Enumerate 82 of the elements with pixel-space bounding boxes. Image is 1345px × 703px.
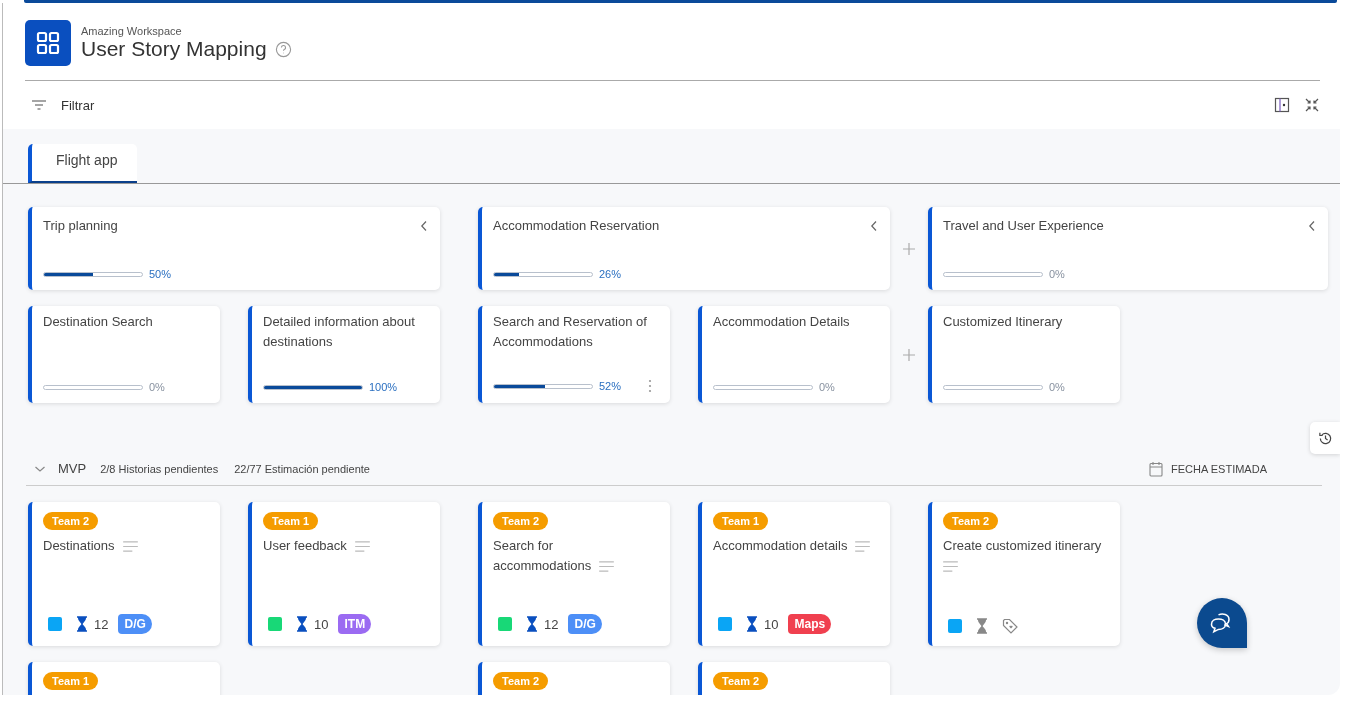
story-title: Search for accommodations (493, 538, 592, 573)
progress-percent: 100% (369, 381, 398, 393)
progress-percent: 52% (599, 380, 622, 392)
tag-badge: Maps (788, 614, 832, 634)
hourglass-icon (526, 616, 538, 632)
description-icon (122, 541, 138, 553)
map-tab[interactable]: Flight app (28, 144, 138, 183)
task-title: Customized Itinerary (943, 313, 1064, 331)
story-title: Destinations (43, 538, 115, 553)
task-card[interactable]: Search and Reservation of Accommodations 52% (478, 306, 670, 403)
tag-badge: D/G (568, 614, 602, 634)
hourglass-icon (296, 616, 308, 632)
chat-button[interactable] (1197, 598, 1247, 648)
task-title: Destination Search (43, 313, 154, 331)
activity-card[interactable]: Accommodation Reservation 26% (478, 207, 890, 290)
team-badge: Team 1 (713, 512, 769, 530)
description-icon (599, 561, 615, 573)
stories-pending: 2/8 Historias pendientes (100, 462, 219, 475)
task-card[interactable]: Customized Itinerary 0% (928, 306, 1120, 403)
filter-button[interactable]: Filtrar (25, 97, 95, 113)
estimate-pending: 22/77 Estimación pendiente (234, 462, 370, 475)
story-title: User feedback (263, 538, 347, 553)
collapse-chevron-icon[interactable] (1308, 220, 1316, 232)
team-badge: Team 2 (943, 512, 999, 530)
progress-percent: 0% (1049, 381, 1065, 393)
description-icon (943, 561, 958, 573)
progress-percent: 50% (149, 268, 172, 280)
estimate-points: 12 (544, 616, 559, 632)
estimate-points: 12 (94, 616, 109, 632)
estimated-date-button[interactable]: FECHA ESTIMADA (1149, 460, 1267, 477)
team-badge: Team 2 (493, 512, 549, 530)
collapse-icon[interactable] (1304, 97, 1320, 113)
team-badge: Team 2 (713, 672, 769, 690)
activity-card[interactable]: Travel and User Experience 0% (928, 207, 1328, 290)
side-panel-icon[interactable] (1274, 97, 1290, 113)
progress-percent: 0% (1049, 268, 1065, 280)
description-icon (855, 541, 871, 553)
progress-percent: 26% (599, 268, 622, 280)
hourglass-icon (76, 616, 88, 632)
help-icon[interactable] (274, 40, 292, 58)
tag-badge: D/G (118, 614, 152, 634)
hourglass-icon (976, 618, 988, 634)
story-card[interactable]: Team 1 Accommodation details 10 Maps (698, 502, 890, 646)
description-icon (354, 541, 370, 553)
team-badge: Team 2 (493, 672, 549, 690)
story-card[interactable]: Team 2 Destinations 12 D/G (28, 502, 220, 646)
team-badge: Team 2 (43, 512, 99, 530)
calendar-icon (1149, 460, 1164, 477)
filter-icon (31, 99, 47, 111)
estimate-points: 10 (314, 616, 329, 632)
story-card[interactable]: Team 1 User feedback 10 ITM (248, 502, 440, 646)
activity-card[interactable]: Trip planning 50% (28, 207, 440, 290)
history-icon (1317, 430, 1333, 446)
release-name: MVP (58, 461, 87, 476)
chevron-down-icon[interactable] (34, 464, 46, 473)
history-button[interactable] (1310, 422, 1340, 454)
activity-title: Accommodation Reservation (493, 217, 660, 235)
progress-percent: 0% (149, 381, 165, 393)
story-title: Accommodation details (713, 538, 848, 553)
progress-percent: 0% (819, 381, 835, 393)
story-card[interactable]: Team 2 Search for accommodations 12 D/G (478, 502, 670, 646)
task-title: Detailed information about destinations (263, 313, 416, 351)
hourglass-icon (746, 616, 758, 632)
tag-icon[interactable] (1002, 618, 1018, 634)
collapse-chevron-icon[interactable] (420, 220, 428, 232)
task-title: Accommodation Details (713, 313, 851, 331)
story-title: Create customized itinerary (943, 538, 1102, 553)
task-card[interactable]: Detailed information about destinations 100% (248, 306, 440, 403)
activity-title: Trip planning (43, 217, 118, 235)
team-badge: Team 1 (263, 512, 319, 530)
estimate-points: 10 (764, 616, 779, 632)
team-badge: Team 1 (43, 672, 99, 690)
tag-badge: ITM (338, 614, 372, 634)
activity-title: Travel and User Experience (943, 217, 1104, 235)
collapse-chevron-icon[interactable] (870, 220, 878, 232)
story-card[interactable]: Team 2 Create customized itinerary (928, 502, 1120, 646)
page-title: User Story Mapping (81, 37, 267, 61)
task-title: Search and Reservation of Accommodations (493, 313, 648, 351)
task-card[interactable]: Destination Search 0% (28, 306, 220, 403)
app-logo-icon (25, 20, 71, 66)
task-card[interactable]: Accommodation Details 0% (698, 306, 890, 403)
workspace-name: Amazing Workspace (81, 25, 183, 37)
